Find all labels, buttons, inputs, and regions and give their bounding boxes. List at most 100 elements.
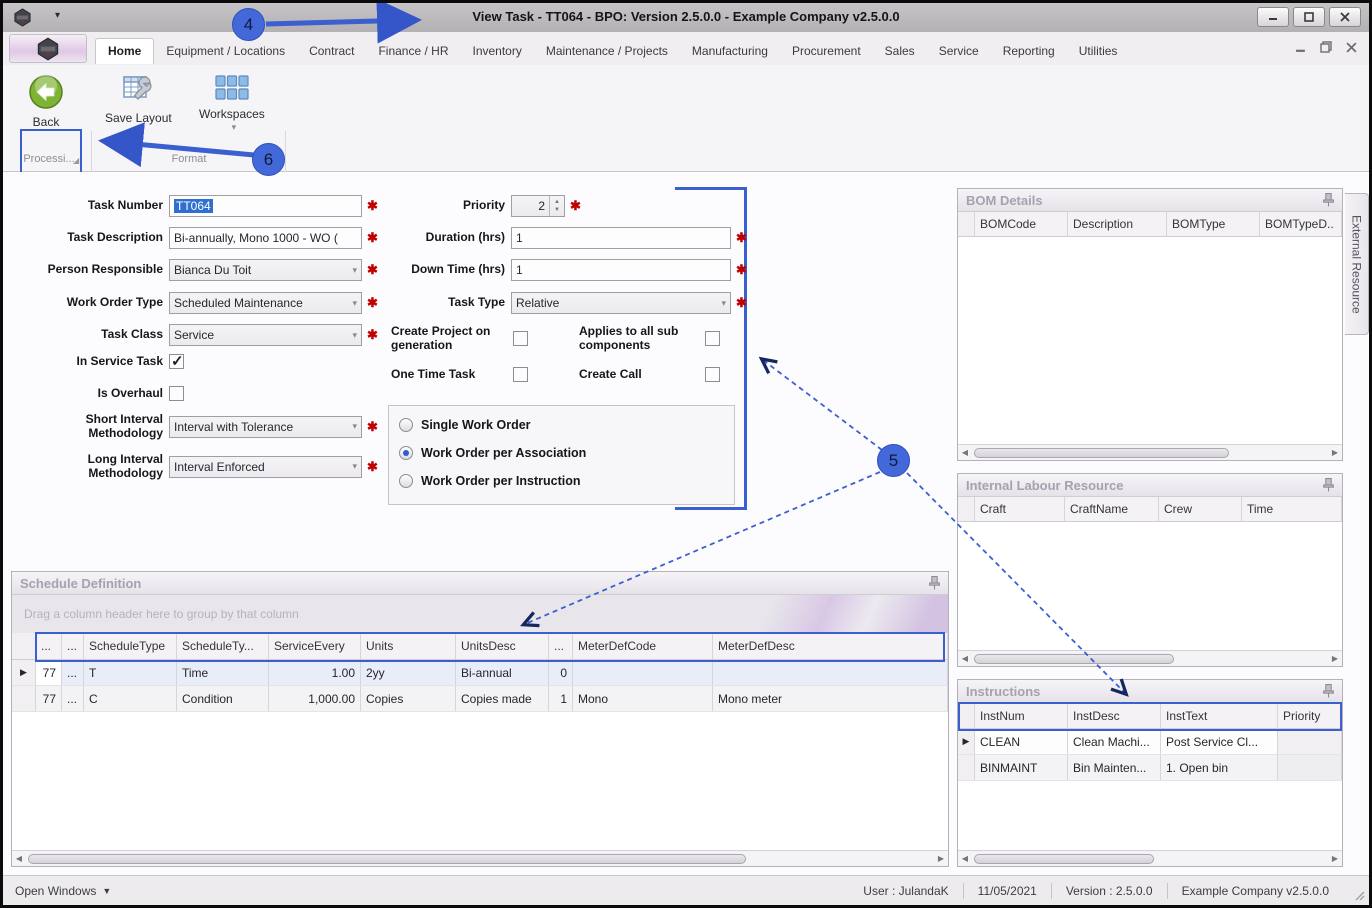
cell[interactable] bbox=[713, 660, 948, 685]
person-responsible-dropdown[interactable]: Bianca Du Toit ▾ bbox=[169, 259, 362, 281]
task-class-dropdown[interactable]: Service ▾ bbox=[169, 324, 362, 346]
cell[interactable]: Mono meter bbox=[713, 686, 948, 711]
pin-icon[interactable] bbox=[1323, 193, 1334, 207]
open-windows-button[interactable]: Open Windows ▼ bbox=[15, 884, 111, 898]
tab-utilities[interactable]: Utilities bbox=[1067, 39, 1130, 64]
horizontal-scrollbar[interactable]: ◀ ▶ bbox=[12, 850, 948, 866]
task-type-dropdown[interactable]: Relative ▾ bbox=[511, 292, 731, 314]
pin-icon[interactable] bbox=[1323, 684, 1334, 698]
radio-work-order-per-instruction[interactable]: Work Order per Instruction bbox=[399, 474, 581, 488]
tab-equipment-locations[interactable]: Equipment / Locations bbox=[154, 39, 297, 64]
column-header-meterdefdesc[interactable]: MeterDefDesc bbox=[713, 633, 948, 659]
tab-maintenance-projects[interactable]: Maintenance / Projects bbox=[534, 39, 680, 64]
back-button[interactable]: Back bbox=[27, 73, 65, 129]
mdi-close-icon[interactable] bbox=[1346, 41, 1357, 53]
scrollbar-thumb[interactable] bbox=[28, 853, 746, 864]
column-header-bomtypedesc[interactable]: BOMTypeD.. bbox=[1260, 212, 1342, 236]
tab-home[interactable]: Home bbox=[95, 38, 155, 64]
radio-single-work-order[interactable]: Single Work Order bbox=[399, 418, 531, 432]
cell[interactable]: Copies bbox=[361, 686, 456, 711]
scrollbar-thumb[interactable] bbox=[974, 653, 1174, 664]
column-header-scheduletype[interactable]: ScheduleType bbox=[84, 633, 177, 659]
instructions-row-2[interactable]: BINMAINT Bin Mainten... 1. Open bin bbox=[958, 755, 1342, 781]
column-header-insttext[interactable]: InstText bbox=[1161, 703, 1278, 728]
create-project-checkbox[interactable] bbox=[513, 331, 528, 347]
short-interval-methodology-dropdown[interactable]: Interval with Tolerance ▾ bbox=[169, 415, 362, 438]
scroll-left-icon[interactable]: ◀ bbox=[958, 654, 972, 663]
group-by-bar[interactable]: Drag a column header here to group by th… bbox=[12, 595, 948, 633]
cell[interactable]: Mono bbox=[573, 686, 713, 711]
mdi-minimize-icon[interactable] bbox=[1295, 42, 1306, 53]
is-overhaul-checkbox[interactable] bbox=[169, 386, 184, 401]
radio-work-order-per-association[interactable]: Work Order per Association bbox=[399, 446, 586, 460]
horizontal-scrollbar[interactable]: ◀ ▶ bbox=[958, 650, 1342, 666]
column-header-unitsdesc[interactable]: UnitsDesc bbox=[456, 633, 549, 659]
cell[interactable]: C bbox=[84, 686, 177, 711]
scrollbar-thumb[interactable] bbox=[974, 853, 1154, 864]
scroll-right-icon[interactable]: ▶ bbox=[1328, 654, 1342, 663]
column-header-serviceevery[interactable]: ServiceEvery bbox=[269, 633, 361, 659]
cell[interactable]: Post Service Cl... bbox=[1161, 729, 1278, 754]
cell[interactable] bbox=[573, 660, 713, 685]
save-layout-button[interactable]: Save Layout bbox=[105, 73, 172, 125]
column-header-priority[interactable]: Priority bbox=[1278, 703, 1342, 728]
scroll-left-icon[interactable]: ◀ bbox=[958, 854, 972, 863]
cell[interactable]: 0 bbox=[549, 660, 573, 685]
tab-finance-hr[interactable]: Finance / HR bbox=[366, 39, 460, 64]
instructions-row-1[interactable]: ▶ CLEAN Clean Machi... Post Service Cl..… bbox=[958, 729, 1342, 755]
scroll-left-icon[interactable]: ◀ bbox=[958, 448, 972, 457]
cell[interactable]: 1,000.00 bbox=[269, 686, 361, 711]
schedule-row-2[interactable]: 77 ... C Condition 1,000.00 Copies Copie… bbox=[12, 686, 948, 712]
cell[interactable]: BINMAINT bbox=[975, 755, 1068, 780]
external-resource-tab[interactable]: External Resource bbox=[1345, 193, 1369, 335]
tab-service[interactable]: Service bbox=[927, 39, 991, 64]
create-call-checkbox[interactable] bbox=[705, 367, 720, 382]
cell[interactable]: 2yy bbox=[361, 660, 456, 685]
cell[interactable]: Bi-annual bbox=[456, 660, 549, 685]
scroll-right-icon[interactable]: ▶ bbox=[1328, 448, 1342, 457]
column-header-scheduletydesc[interactable]: ScheduleTy... bbox=[177, 633, 269, 659]
column-header-description[interactable]: Description bbox=[1068, 212, 1167, 236]
column-header[interactable]: ... bbox=[62, 633, 84, 659]
cell[interactable]: 77 bbox=[36, 686, 62, 711]
horizontal-scrollbar[interactable]: ◀ ▶ bbox=[958, 444, 1342, 460]
pin-icon[interactable] bbox=[929, 576, 940, 590]
work-order-type-dropdown[interactable]: Scheduled Maintenance ▾ bbox=[169, 292, 362, 314]
scroll-right-icon[interactable]: ▶ bbox=[934, 854, 948, 863]
minimize-button[interactable] bbox=[1257, 7, 1289, 27]
cell[interactable]: CLEAN bbox=[975, 729, 1068, 754]
cell-ellipsis-button[interactable]: ... bbox=[62, 686, 84, 711]
column-header[interactable]: ... bbox=[36, 633, 62, 659]
down-time-input[interactable]: 1 bbox=[511, 259, 731, 281]
cell[interactable]: Copies made bbox=[456, 686, 549, 711]
column-header-instnum[interactable]: InstNum bbox=[975, 703, 1068, 728]
tab-manufacturing[interactable]: Manufacturing bbox=[680, 39, 780, 64]
cell[interactable] bbox=[1278, 755, 1342, 780]
column-header-units[interactable]: Units bbox=[361, 633, 456, 659]
close-button[interactable] bbox=[1329, 7, 1361, 27]
schedule-row-1[interactable]: ▶ 77 ... T Time 1.00 2yy Bi-annual 0 bbox=[12, 660, 948, 686]
column-header-craft[interactable]: Craft bbox=[975, 497, 1065, 521]
column-header-time[interactable]: Time bbox=[1242, 497, 1342, 521]
column-header-bomcode[interactable]: BOMCode bbox=[975, 212, 1068, 236]
cell[interactable]: 1.00 bbox=[269, 660, 361, 685]
scrollbar-thumb[interactable] bbox=[974, 447, 1229, 458]
cell[interactable]: Clean Machi... bbox=[1068, 729, 1161, 754]
tab-sales[interactable]: Sales bbox=[873, 39, 927, 64]
cell[interactable]: 1. Open bin bbox=[1161, 755, 1278, 780]
column-header-instdesc[interactable]: InstDesc bbox=[1068, 703, 1161, 728]
cell[interactable]: 77 bbox=[36, 660, 62, 685]
horizontal-scrollbar[interactable]: ◀ ▶ bbox=[958, 850, 1342, 866]
one-time-task-checkbox[interactable] bbox=[513, 367, 528, 382]
scroll-left-icon[interactable]: ◀ bbox=[12, 854, 26, 863]
task-description-input[interactable]: Bi-annually, Mono 1000 - WO ( bbox=[169, 227, 362, 249]
spinner-arrows-icon[interactable]: ▲ ▼ bbox=[549, 196, 564, 216]
cell[interactable]: Condition bbox=[177, 686, 269, 711]
priority-spinner[interactable]: 2 ▲ ▼ bbox=[511, 195, 565, 217]
cell[interactable]: 1 bbox=[549, 686, 573, 711]
duration-input[interactable]: 1 bbox=[511, 227, 731, 249]
scroll-right-icon[interactable]: ▶ bbox=[1328, 854, 1342, 863]
column-header[interactable]: ... bbox=[549, 633, 573, 659]
application-menu-button[interactable] bbox=[9, 34, 87, 63]
tab-procurement[interactable]: Procurement bbox=[780, 39, 873, 64]
